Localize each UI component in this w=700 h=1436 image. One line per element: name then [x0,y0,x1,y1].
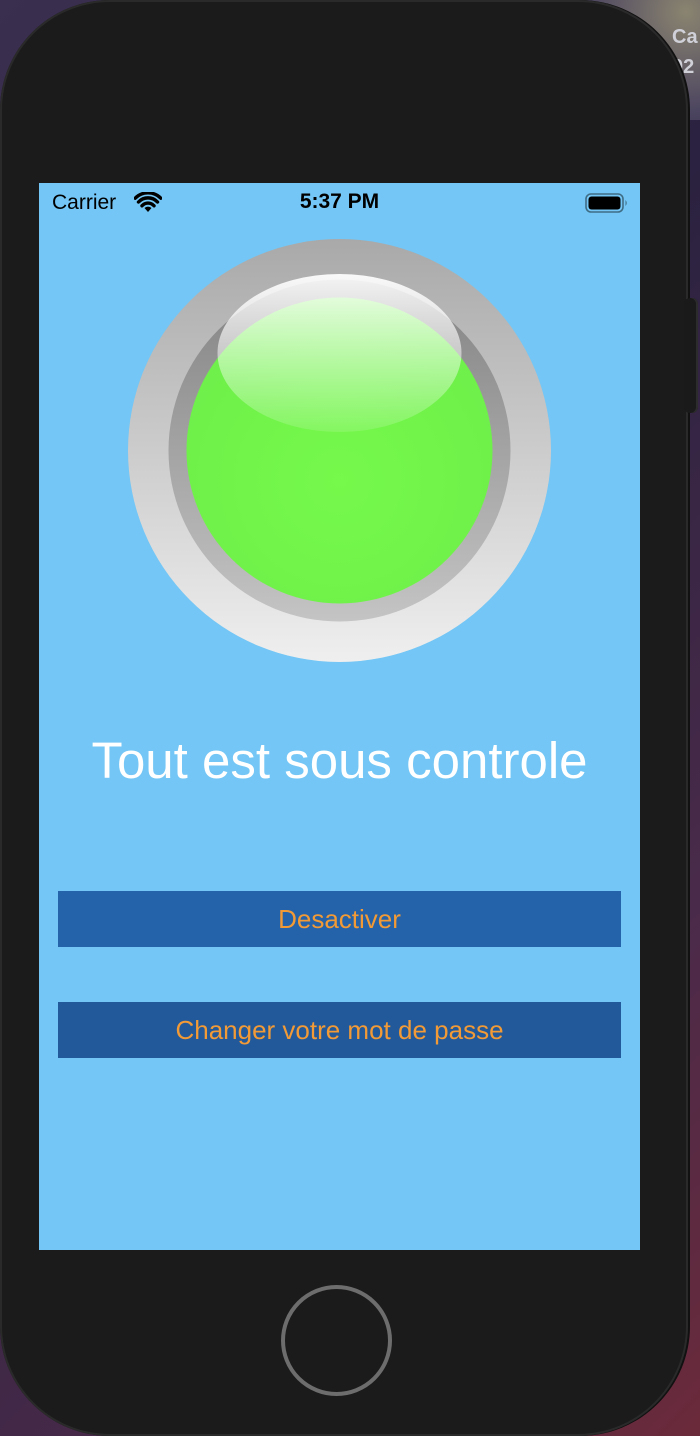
status-bar: Carrier 5:37 PM [39,183,640,223]
change-password-button[interactable]: Changer votre mot de passe [58,1002,621,1058]
green-status-light-icon [128,239,551,662]
deactivate-button[interactable]: Desactiver [58,891,621,947]
battery-full-icon [585,193,627,213]
iphone-simulator-frame: Carrier 5:37 PM Tout est sous controle D… [0,0,688,1436]
side-power-button[interactable] [684,298,698,413]
desktop-text-fragment: Ca [672,26,698,48]
clock-time: 5:37 PM [299,190,380,213]
app-screen: Carrier 5:37 PM Tout est sous controle D… [39,183,640,1250]
home-button[interactable] [281,1285,392,1396]
status-message: Tout est sous controle [91,732,588,789]
